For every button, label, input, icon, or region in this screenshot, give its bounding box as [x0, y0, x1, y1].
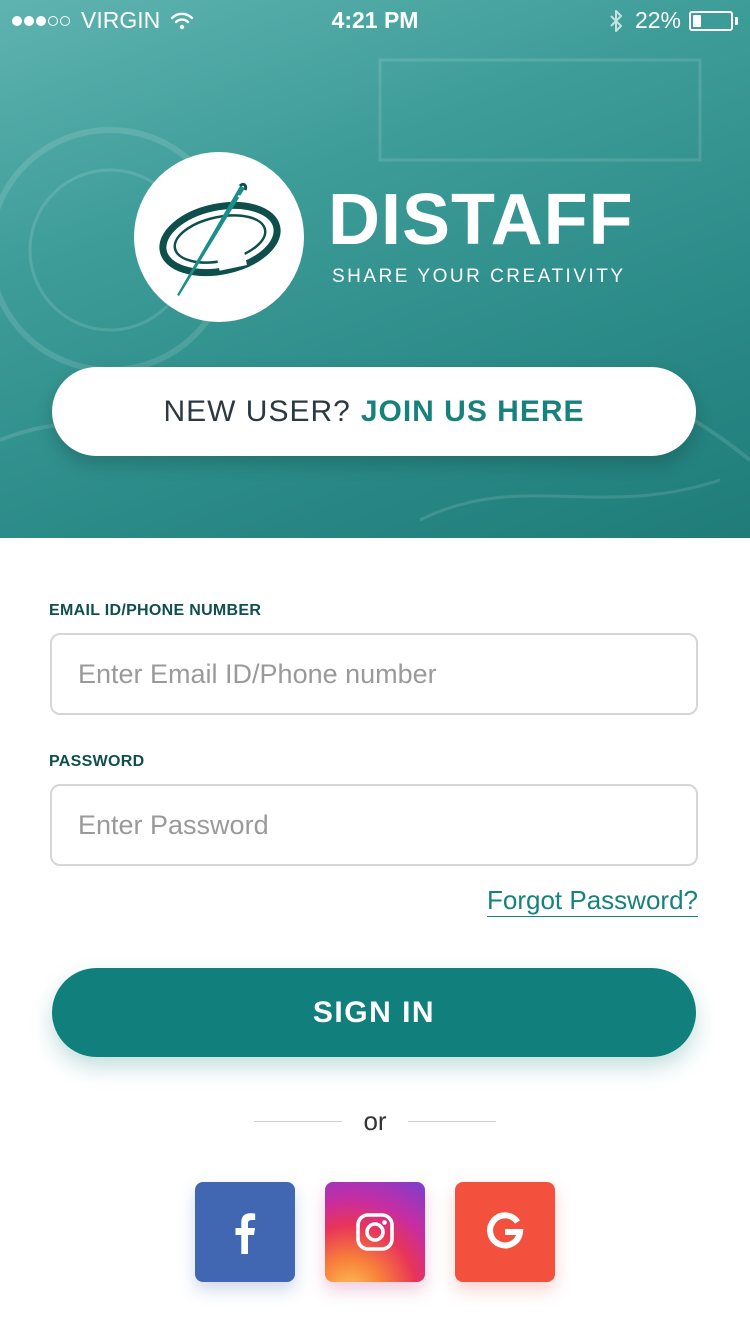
- facebook-icon: [235, 1213, 256, 1254]
- brand-logo: [134, 152, 304, 322]
- brand-name: DISTAFF: [328, 180, 634, 260]
- brand-tagline: SHARE YOUR CREATIVITY: [332, 266, 626, 287]
- facebook-login-button[interactable]: [195, 1182, 295, 1282]
- battery-cap: [735, 16, 738, 25]
- bluetooth-icon: [610, 9, 622, 32]
- needle-thread-icon: [159, 182, 281, 296]
- status-right: 22%: [609, 7, 738, 34]
- google-icon: [487, 1212, 524, 1249]
- email-field[interactable]: [50, 633, 698, 715]
- new-user-text: NEW USER?: [163, 394, 351, 428]
- hero-header: VIRGIN 4:21 PM 22% DISTAFF SHARE YOUR CR…: [0, 0, 750, 538]
- sign-in-button[interactable]: SIGN IN: [52, 968, 696, 1057]
- status-bar: VIRGIN 4:21 PM 22%: [0, 0, 750, 40]
- or-divider: or: [254, 1104, 496, 1138]
- password-field[interactable]: [50, 784, 698, 866]
- google-login-button[interactable]: [455, 1182, 555, 1282]
- battery-icon: [689, 10, 733, 31]
- battery-percent: 22%: [634, 7, 681, 33]
- instagram-icon: [356, 1213, 394, 1251]
- password-label: PASSWORD: [49, 753, 145, 770]
- divider-line-right: [408, 1121, 496, 1122]
- email-label: EMAIL ID/PHONE NUMBER: [49, 602, 262, 619]
- forgot-password-link[interactable]: Forgot Password?: [487, 884, 698, 917]
- battery-fill: [693, 14, 701, 27]
- instagram-login-button[interactable]: [325, 1182, 425, 1282]
- join-us-button[interactable]: NEW USER? JOIN US HERE: [52, 367, 696, 456]
- join-us-link[interactable]: JOIN US HERE: [361, 395, 585, 429]
